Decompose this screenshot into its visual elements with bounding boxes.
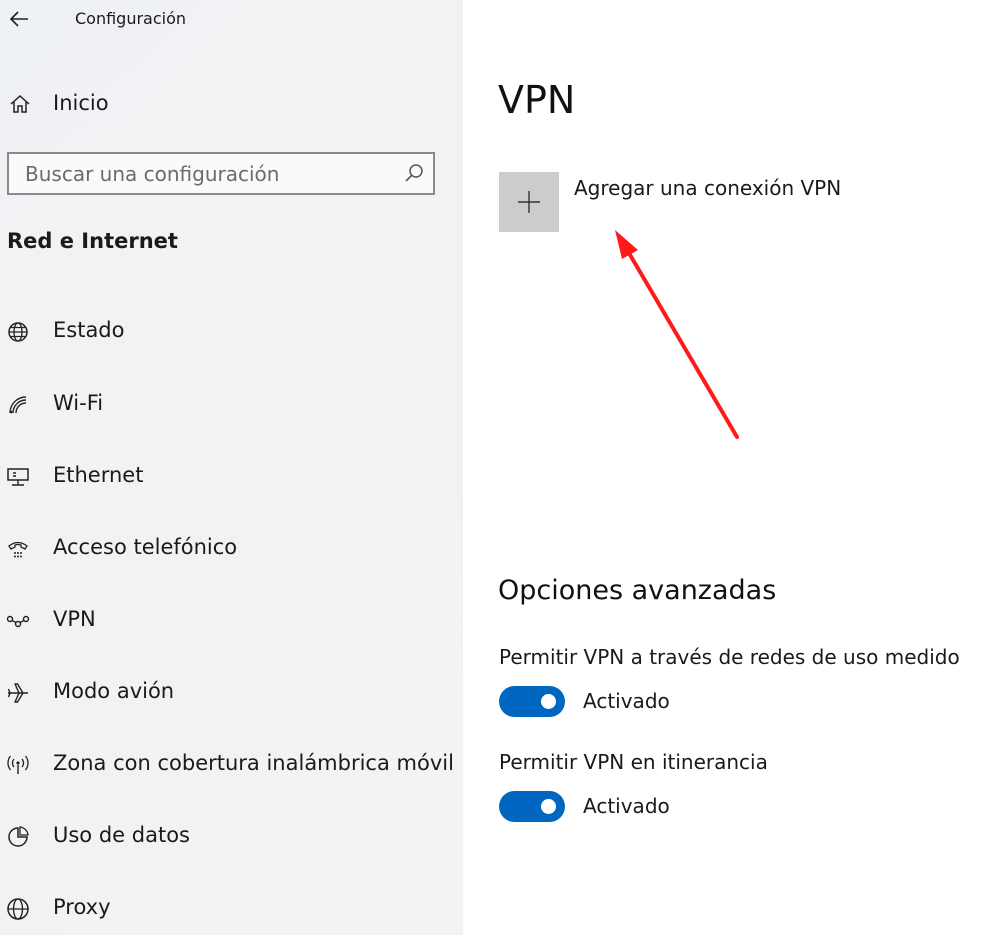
sidebar-item-label: Proxy [53,895,111,919]
sidebar-item-proxy[interactable]: Proxy [0,887,463,931]
option-label-metered: Permitir VPN a través de redes de uso me… [499,645,960,669]
add-vpn-connection-button[interactable]: Agregar una conexión VPN [499,172,899,234]
search-box [7,152,435,195]
sidebar-item-modo-avion[interactable]: Modo avión [0,671,463,715]
sidebar-item-zona-cobertura[interactable]: Zona con cobertura inalámbrica móvil [0,743,463,787]
sidebar-item-label: Wi-Fi [53,391,104,415]
globe-proxy-icon [7,898,29,920]
app-title: Configuración [75,9,187,28]
sidebar-item-uso-datos[interactable]: Uso de datos [0,815,463,859]
page-title: VPN [498,78,576,122]
sidebar-item-label: Ethernet [53,463,144,487]
toggle-knob [541,799,556,814]
airplane-icon [7,683,28,703]
toggle-state-label: Activado [583,794,670,818]
ethernet-icon [7,468,29,486]
main-content: VPN Agregar una conexión VPN Opciones av… [463,0,1000,935]
toggle-state-label: Activado [583,689,670,713]
sidebar-item-label: VPN [53,607,96,631]
sidebar-item-acceso-telefonico[interactable]: Acceso telefónico [0,527,463,571]
sidebar-item-wifi[interactable]: Wi-Fi [0,383,463,427]
data-usage-icon [8,826,29,847]
sidebar-item-label: Estado [53,318,125,342]
search-input[interactable] [9,154,405,193]
sidebar-item-label: Inicio [53,91,109,115]
toggle-metered[interactable] [499,686,565,717]
title-bar: Configuración [0,0,463,40]
sidebar-item-label: Zona con cobertura inalámbrica móvil [53,751,454,775]
sidebar-item-label: Acceso telefónico [53,535,238,559]
wifi-icon [9,396,27,414]
vpn-icon [6,615,30,628]
sidebar: Configuración Inicio Red e Internet Esta… [0,0,463,935]
sidebar-item-home[interactable]: Inicio [0,84,463,124]
search-icon[interactable] [403,162,425,184]
sidebar-item-estado[interactable]: Estado [0,310,463,354]
sidebar-item-label: Uso de datos [53,823,190,847]
globe-status-icon [8,322,28,342]
plus-icon [518,191,540,213]
section-title: Red e Internet [7,229,178,253]
hotspot-icon [7,755,29,774]
dialup-phone-icon [8,541,28,558]
toggle-knob [541,694,556,709]
sidebar-item-vpn[interactable]: VPN [0,599,463,643]
back-arrow-icon [9,11,28,27]
toggle-roaming[interactable] [499,791,565,822]
sidebar-item-label: Modo avión [53,679,175,703]
sidebar-item-ethernet[interactable]: Ethernet [0,455,463,499]
add-vpn-label: Agregar una conexión VPN [574,176,842,200]
back-button[interactable] [6,6,32,32]
option-label-roaming: Permitir VPN en itinerancia [499,750,768,774]
settings-window: Configuración Inicio Red e Internet Esta… [0,0,1000,935]
add-tile [499,172,559,232]
home-icon [10,94,30,113]
advanced-options-title: Opciones avanzadas [498,575,777,606]
